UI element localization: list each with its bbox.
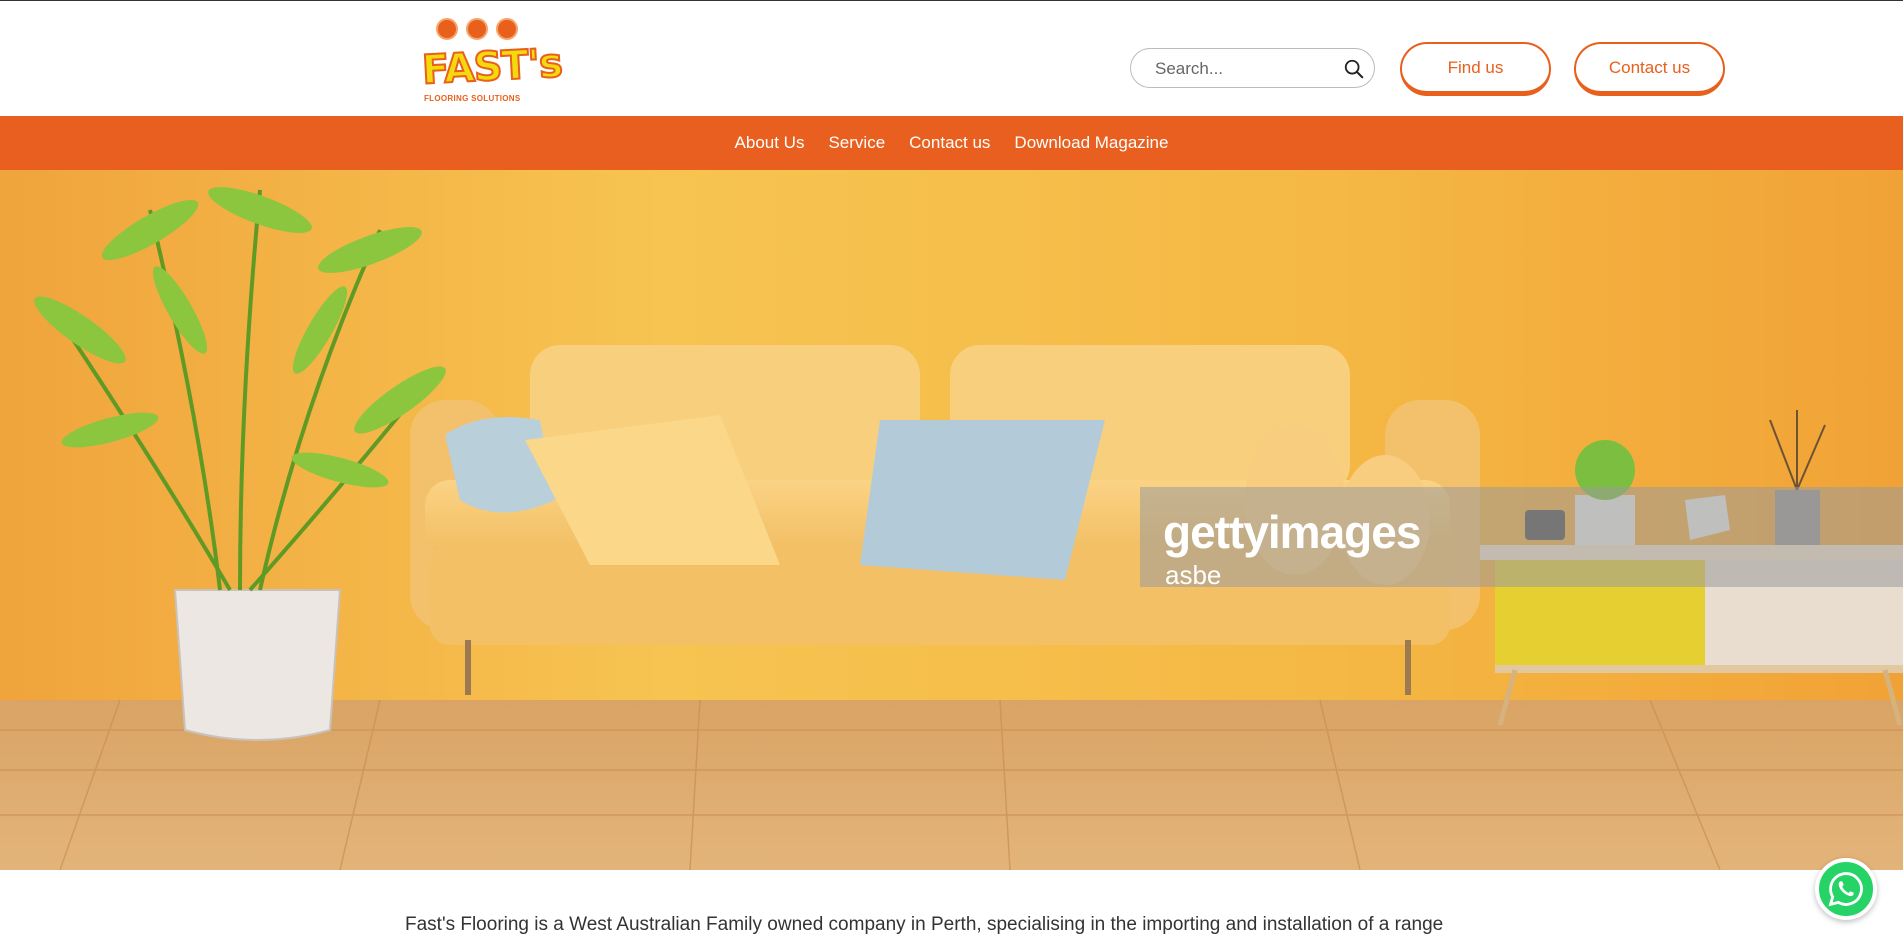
logo-tile-icon — [436, 18, 458, 40]
find-us-button[interactable]: Find us — [1400, 42, 1551, 96]
logo-wordmark: FAST's — [420, 39, 564, 94]
site-logo[interactable]: FAST's FLOORING SOLUTIONS — [420, 16, 564, 106]
logo-emblem-icons — [436, 18, 518, 40]
logo-tagline: FLOORING SOLUTIONS — [424, 94, 521, 103]
nav-contact-us[interactable]: Contact us — [909, 133, 990, 153]
main-navigation: About Us Service Contact us Download Mag… — [0, 116, 1903, 170]
logo-truck-icon — [466, 18, 488, 40]
intro-paragraph: Fast's Flooring is a West Australian Fam… — [405, 914, 1444, 935]
watermark-credit: asbe — [1165, 560, 1222, 590]
contact-us-button[interactable]: Contact us — [1574, 42, 1725, 96]
search-icon[interactable] — [1343, 58, 1365, 80]
nav-about-us[interactable]: About Us — [735, 133, 805, 153]
whatsapp-icon — [1828, 872, 1863, 907]
site-header: FAST's FLOORING SOLUTIONS Find us Contac… — [0, 1, 1903, 116]
search-box — [1130, 48, 1375, 88]
hero-illustration — [0, 170, 1903, 870]
nav-download-magazine[interactable]: Download Magazine — [1014, 133, 1168, 153]
whatsapp-button[interactable] — [1815, 858, 1877, 920]
hero-banner-image: gettyimages asbe — [0, 170, 1903, 870]
nav-service[interactable]: Service — [828, 133, 885, 153]
watermark-brand: gettyimages — [1163, 506, 1421, 558]
search-input[interactable] — [1155, 58, 1335, 80]
logo-tools-icon — [496, 18, 518, 40]
